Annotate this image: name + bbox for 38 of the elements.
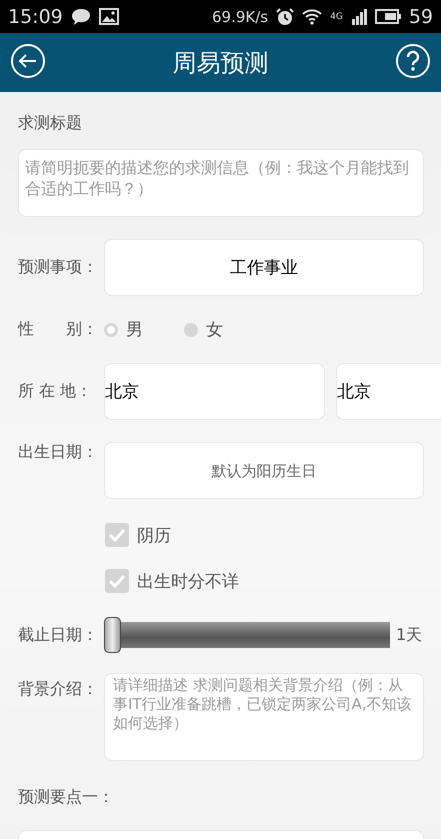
- alarm-clock-icon: [276, 8, 294, 26]
- network-type: 4G: [330, 12, 343, 22]
- chat-bubble-icon: [70, 8, 91, 26]
- signal-icon: [350, 8, 367, 25]
- input-field[interactable]: [18, 830, 424, 839]
- radio-label: 女: [206, 319, 223, 341]
- check-icon: [108, 574, 126, 588]
- input-field[interactable]: 北京: [336, 363, 441, 420]
- checkbox-label: 出生时分不详: [137, 570, 239, 592]
- wifi-icon: [302, 8, 322, 24]
- field-label: 出生日期：: [18, 442, 99, 463]
- checkbox[interactable]: [105, 569, 129, 593]
- image-icon: [98, 8, 119, 25]
- checkbox-label: 阴历: [137, 524, 171, 546]
- radio-option[interactable]: 女: [184, 318, 264, 341]
- slider-thumb[interactable]: [104, 617, 121, 653]
- network-speed: 69.9K/s: [212, 8, 268, 26]
- battery-icon: [374, 9, 401, 24]
- field-label: 所 在 地：: [18, 381, 94, 402]
- date-field[interactable]: 默认为阳历生日: [104, 442, 424, 499]
- title-input[interactable]: 请简明扼要的描述您的求测信息（例：我这个月能找到合适的工作吗？）: [18, 149, 424, 217]
- radio-option[interactable]: 男: [104, 318, 184, 341]
- background-input[interactable]: 请详细描述 求测问题相关背景介绍（例：从事IT行业准备跳槽，已锁定两家公司A,不知该如何选择）: [104, 673, 424, 761]
- checkbox[interactable]: [105, 523, 129, 547]
- radio-label: 男: [126, 319, 143, 341]
- field-label: 求测标题: [18, 113, 83, 134]
- input-field[interactable]: 北京: [104, 363, 325, 420]
- field-label: 背景介绍：: [18, 679, 99, 700]
- field-label: 性 别：: [18, 319, 99, 340]
- slider-value: 1天: [396, 624, 424, 646]
- field-label: 截止日期：: [18, 624, 99, 646]
- check-icon: [108, 528, 126, 542]
- select-field[interactable]: 工作事业: [104, 239, 424, 296]
- field-label: 预测要点一：: [18, 787, 114, 808]
- status-time: 15:09: [8, 6, 63, 28]
- page-title: 周易预测: [172, 48, 270, 78]
- battery-level: 59: [408, 6, 433, 28]
- field-label: 预测事项：: [18, 257, 99, 278]
